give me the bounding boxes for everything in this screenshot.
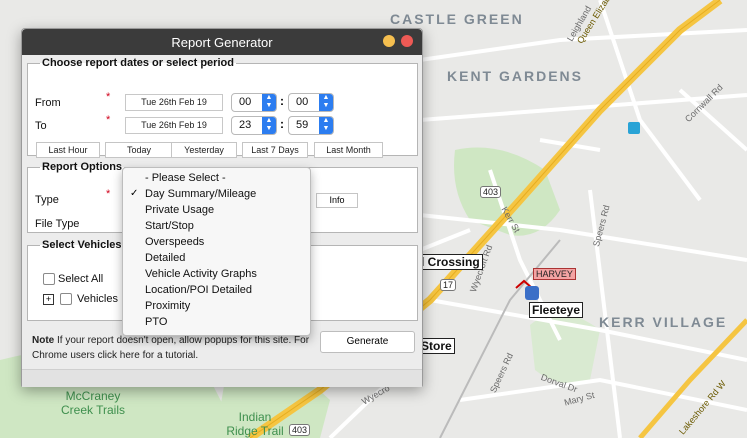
chevron-updown-icon: ▲ ▼	[262, 117, 276, 134]
park-label-line: Ridge Trail	[226, 424, 284, 438]
dropdown-option-private-usage[interactable]: Private Usage	[145, 204, 214, 216]
dropdown-option-detailed[interactable]: Detailed	[145, 252, 185, 264]
select-all-label: Select All	[58, 273, 104, 285]
dropdown-option-proximity[interactable]: Proximity	[145, 300, 190, 312]
type-required-mark: *	[106, 188, 111, 200]
area-label-kerr-village: KERR VILLAGE	[599, 314, 728, 330]
last-7-days-button[interactable]: Last 7 Days	[242, 142, 308, 158]
report-dates-section: Choose report dates or select period Fro…	[27, 57, 418, 158]
select-vehicles-legend: Select Vehicles	[42, 239, 122, 251]
poi-tag[interactable]: Store	[418, 338, 455, 354]
to-date-input[interactable]: Tue 26th Feb 19	[125, 117, 223, 134]
area-label-kent-gardens: KENT GARDENS	[447, 68, 584, 84]
dropdown-option-start-stop[interactable]: Start/Stop	[145, 220, 194, 232]
chevron-updown-icon: ▲ ▼	[319, 117, 333, 134]
info-button[interactable]: Info	[316, 193, 358, 208]
to-minute-select[interactable]: 59 ▲ ▼	[288, 116, 334, 135]
note-bold: Note	[32, 335, 55, 346]
from-hour-select[interactable]: 00 ▲ ▼	[231, 93, 277, 112]
yesterday-button[interactable]: Yesterday	[171, 142, 237, 158]
check-icon: ✓	[130, 188, 139, 199]
last-hour-button[interactable]: Last Hour	[36, 142, 100, 158]
chevron-updown-icon: ▲ ▼	[262, 94, 276, 111]
dropdown-option-please-select[interactable]: - Please Select -	[145, 172, 226, 184]
generate-button[interactable]: Generate	[320, 331, 415, 353]
select-all-checkbox[interactable]	[43, 273, 55, 285]
park-label-line: Creek Trails	[60, 403, 125, 417]
park-label: Indian Ridge Trail	[215, 410, 295, 438]
expand-plus-icon[interactable]: +	[43, 294, 54, 305]
highway-shield: 403	[289, 424, 311, 436]
minimize-button[interactable]	[383, 35, 395, 47]
dropdown-option-vehicle-activity-graphs[interactable]: Vehicle Activity Graphs	[145, 268, 257, 280]
dropdown-option-day-summary[interactable]: Day Summary/Mileage	[145, 188, 256, 200]
park-label-line: McCraney	[65, 389, 121, 403]
close-button[interactable]	[401, 35, 413, 47]
from-minute-value: 00	[296, 96, 309, 108]
chevron-updown-icon: ▲ ▼	[319, 94, 333, 111]
to-required-mark: *	[106, 114, 111, 126]
park-label-line: Indian	[238, 410, 272, 424]
from-minute-select[interactable]: 00 ▲ ▼	[288, 93, 334, 112]
note-text: If your report doesn't open, allow popup…	[32, 335, 310, 361]
to-minute-value: 59	[296, 119, 309, 131]
time-colon: :	[280, 94, 284, 108]
time-colon: :	[280, 117, 284, 131]
from-required-mark: *	[106, 91, 111, 103]
type-label: Type	[35, 194, 59, 206]
dropdown-option-location-poi-detailed[interactable]: Location/POI Detailed	[145, 284, 252, 296]
report-dates-legend: Choose report dates or select period	[42, 57, 234, 69]
from-label: From	[35, 97, 61, 109]
to-label: To	[35, 120, 47, 132]
poi-tag[interactable]: l Crossing	[418, 254, 483, 270]
from-date-input[interactable]: Tue 26th Feb 19	[125, 94, 223, 111]
from-hour-value: 00	[239, 96, 252, 108]
highway-shield: 17	[440, 279, 457, 291]
dialog-title: Report Generator	[171, 35, 273, 50]
park-label: McCraney Creek Trails	[53, 389, 133, 417]
today-button[interactable]: Today	[105, 142, 173, 158]
report-type-dropdown[interactable]: ✓ - Please Select - Day Summary/Mileage …	[122, 167, 311, 336]
vehicles-label: Vehicles	[77, 293, 118, 305]
vehicle-label-harvey[interactable]: HARVEY	[533, 268, 576, 280]
last-month-button[interactable]: Last Month	[314, 142, 383, 158]
to-hour-value: 23	[239, 119, 252, 131]
dialog-footer	[22, 369, 422, 387]
report-options-legend: Report Options	[42, 161, 123, 173]
file-type-label: File Type	[35, 218, 80, 230]
popup-note: Note If your report doesn't open, allow …	[32, 333, 322, 363]
dialog-titlebar[interactable]: Report Generator	[22, 29, 422, 55]
dropdown-option-overspeeds[interactable]: Overspeeds	[145, 236, 204, 248]
vehicles-checkbox[interactable]	[60, 293, 72, 305]
dropdown-option-pto[interactable]: PTO	[145, 316, 167, 328]
area-label-castle-green: CASTLE GREEN	[390, 11, 524, 27]
highway-shield: 403	[480, 186, 502, 198]
to-hour-select[interactable]: 23 ▲ ▼	[231, 116, 277, 135]
vehicle-tag-fleeteye[interactable]: Fleeteye	[529, 302, 584, 318]
